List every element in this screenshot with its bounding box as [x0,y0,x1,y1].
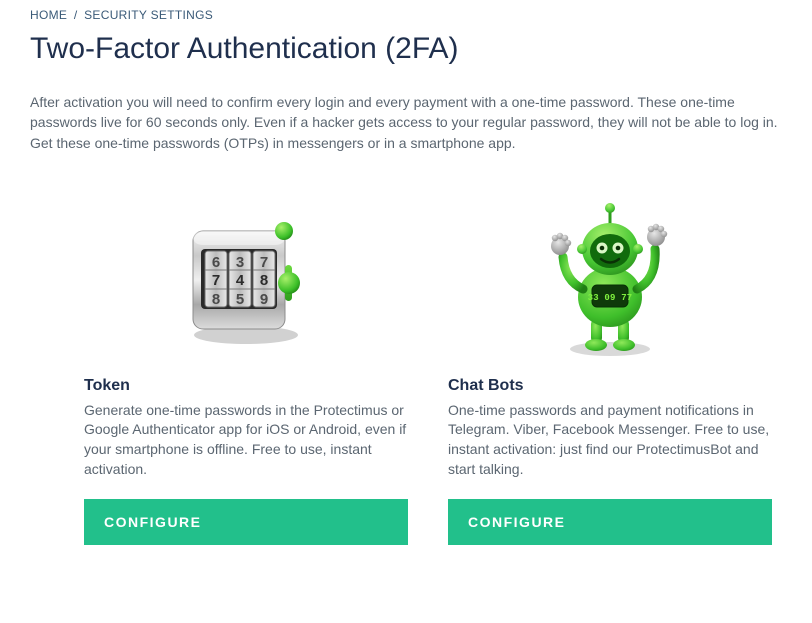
svg-text:3: 3 [236,254,244,271]
card-token-desc: Generate one-time passwords in the Prote… [84,401,408,479]
chatbot-robot-icon: 33 09 77 [448,191,772,361]
breadcrumb: HOME / SECURITY SETTINGS [30,8,782,22]
svg-text:8: 8 [212,291,220,308]
breadcrumb-separator: / [74,8,78,22]
svg-text:7: 7 [212,272,220,289]
svg-text:9: 9 [260,291,268,308]
svg-text:8: 8 [260,272,268,289]
intro-text: After activation you will need to confir… [30,92,782,153]
cards-row: 6 7 8 3 4 5 7 8 9 [30,191,782,545]
svg-text:6: 6 [212,254,220,271]
breadcrumb-home-link[interactable]: HOME [30,8,67,22]
card-token: 6 7 8 3 4 5 7 8 9 [84,191,408,545]
breadcrumb-security-link[interactable]: SECURITY SETTINGS [84,8,213,22]
configure-chatbots-button[interactable]: CONFIGURE [448,499,772,545]
robot-display-code: 33 09 77 [588,293,633,303]
card-chatbots-desc: One-time passwords and payment notificat… [448,401,772,479]
configure-token-button[interactable]: CONFIGURE [84,499,408,545]
card-token-title: Token [84,377,408,395]
card-chatbots-title: Chat Bots [448,377,772,395]
card-chatbots: 33 09 77 [448,191,772,545]
svg-text:5: 5 [236,291,244,308]
token-lock-icon: 6 7 8 3 4 5 7 8 9 [84,191,408,361]
svg-text:4: 4 [236,272,245,289]
svg-text:7: 7 [260,254,268,271]
page-title: Two-Factor Authentication (2FA) [30,32,782,66]
